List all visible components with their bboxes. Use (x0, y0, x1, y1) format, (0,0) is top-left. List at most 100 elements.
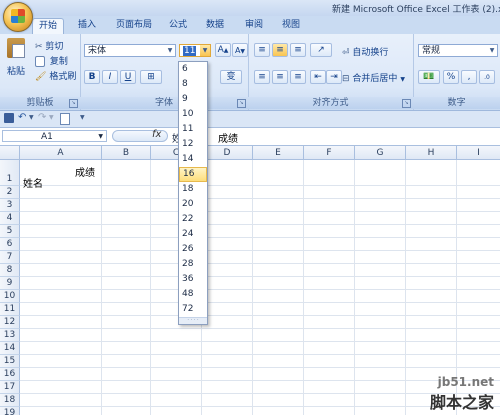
column-header-b[interactable]: B (102, 146, 151, 160)
underline-button[interactable]: U (120, 70, 136, 84)
row-header-8[interactable]: 8 (0, 264, 20, 277)
chevron-down-icon[interactable]: ▼ (165, 45, 175, 56)
column-header-d[interactable]: D (202, 146, 253, 160)
column-header-f[interactable]: F (304, 146, 355, 160)
font-size-option-11[interactable]: 11 (179, 122, 207, 137)
accounting-button[interactable]: 💵 (418, 70, 440, 84)
align-bottom-button[interactable]: ≡ (290, 43, 306, 57)
font-size-option-24[interactable]: 24 (179, 227, 207, 242)
redo-dropdown-icon[interactable]: ▼ (49, 114, 54, 121)
shrink-font-button[interactable]: A▼ (232, 43, 248, 57)
increase-decimal-button[interactable]: .0 (479, 70, 495, 84)
row-header-14[interactable]: 14 (0, 342, 20, 355)
row-header-6[interactable]: 6 (0, 238, 20, 251)
paste-button[interactable]: 粘贴 (4, 38, 28, 82)
orientation-button[interactable]: ↗ (310, 43, 332, 57)
merge-dropdown-icon[interactable]: ▼ (400, 76, 405, 83)
copy-button[interactable]: 复制 (35, 54, 68, 67)
format-painter-button[interactable]: 🖌 格式刷 (35, 69, 76, 82)
row-header-2[interactable]: 2 (0, 186, 20, 199)
font-size-combo[interactable]: 11 ▼ (179, 44, 211, 57)
clipboard-launcher-icon[interactable]: ↘ (69, 99, 78, 108)
row-header-13[interactable]: 13 (0, 329, 20, 342)
font-size-option-28[interactable]: 28 (179, 257, 207, 272)
cell-a1-selection[interactable] (20, 160, 102, 186)
customize-qat-icon[interactable]: ▼ (80, 114, 85, 121)
tab-home[interactable]: 开始 (32, 18, 65, 34)
font-size-dropdown-arrow-icon[interactable]: ▼ (200, 45, 210, 56)
select-all-corner[interactable] (0, 146, 20, 160)
font-size-option-18[interactable]: 18 (179, 182, 207, 197)
tab-data[interactable]: 数据 (200, 18, 230, 33)
row-header-17[interactable]: 17 (0, 381, 20, 394)
font-size-option-20[interactable]: 20 (179, 197, 207, 212)
row-header-10[interactable]: 10 (0, 290, 20, 303)
tab-review[interactable]: 审阅 (239, 18, 269, 33)
number-format-combo[interactable]: 常规 ▼ (418, 44, 498, 57)
bold-button[interactable]: B (84, 70, 100, 84)
border-button[interactable]: ⊞ (140, 70, 162, 84)
font-size-option-12[interactable]: 12 (179, 137, 207, 152)
formula-input[interactable]: 成绩 (218, 130, 238, 145)
percent-button[interactable]: % (443, 70, 459, 84)
align-right-button[interactable]: ≡ (290, 70, 306, 84)
insert-function-icon[interactable]: fx (152, 129, 161, 140)
tab-view[interactable]: 视图 (276, 18, 306, 33)
font-size-option-9[interactable]: 9 (179, 92, 207, 107)
merge-center-button[interactable]: ⊟ 合并后居中 ▼ (342, 71, 405, 84)
tab-page-layout[interactable]: 页面布局 (110, 18, 158, 33)
dropdown-resize-grip[interactable]: · · · · (179, 317, 207, 324)
column-header-a[interactable]: A (20, 146, 102, 160)
font-size-option-48[interactable]: 48 (179, 287, 207, 302)
increase-indent-button[interactable]: ⇥ (326, 70, 342, 84)
font-size-option-26[interactable]: 26 (179, 242, 207, 257)
column-header-i[interactable]: I (457, 146, 500, 160)
column-header-g[interactable]: G (355, 146, 406, 160)
align-center-button[interactable]: ≡ (272, 70, 288, 84)
font-size-option-14[interactable]: 14 (179, 152, 207, 167)
font-size-option-22[interactable]: 22 (179, 212, 207, 227)
align-top-button[interactable]: ≡ (254, 43, 270, 57)
wrap-text-button[interactable]: ⏎ 自动换行 (342, 45, 388, 58)
tab-insert[interactable]: 插入 (72, 18, 102, 33)
number-format-chevron-icon[interactable]: ▼ (487, 45, 497, 56)
grow-font-button[interactable]: A▲ (215, 43, 231, 57)
row-header-19[interactable]: 19 (0, 407, 20, 415)
italic-button[interactable]: I (102, 70, 118, 84)
column-header-e[interactable]: E (253, 146, 304, 160)
font-size-option-36[interactable]: 36 (179, 272, 207, 287)
row-header-3[interactable]: 3 (0, 199, 20, 212)
name-box-chevron-icon[interactable]: ▼ (98, 131, 103, 143)
comma-button[interactable]: , (461, 70, 477, 84)
row-header-15[interactable]: 15 (0, 355, 20, 368)
name-box[interactable]: A1 ▼ (2, 130, 107, 142)
font-size-option-6[interactable]: 6 (179, 62, 207, 77)
phonetic-button[interactable]: 变 (220, 70, 242, 84)
font-size-option-8[interactable]: 8 (179, 77, 207, 92)
row-header-7[interactable]: 7 (0, 251, 20, 264)
undo-icon[interactable]: ↶ (18, 112, 26, 123)
align-left-button[interactable]: ≡ (254, 70, 270, 84)
font-size-option-10[interactable]: 10 (179, 107, 207, 122)
decrease-indent-button[interactable]: ⇤ (310, 70, 326, 84)
row-header-11[interactable]: 11 (0, 303, 20, 316)
spreadsheet-grid[interactable]: ABCDEFGHI 123456789101112131415161718192… (0, 146, 500, 415)
office-button[interactable] (3, 2, 33, 32)
tab-formulas[interactable]: 公式 (163, 18, 193, 33)
row-header-16[interactable]: 16 (0, 368, 20, 381)
font-size-option-72[interactable]: 72 (179, 302, 207, 317)
save-icon[interactable] (4, 113, 14, 123)
row-header-4[interactable]: 4 (0, 212, 20, 225)
row-header-9[interactable]: 9 (0, 277, 20, 290)
font-name-combo[interactable]: 宋体 ▼ (84, 44, 176, 57)
row-header-12[interactable]: 12 (0, 316, 20, 329)
font-size-option-16[interactable]: 16 (179, 167, 207, 182)
cut-button[interactable]: ✂ 剪切 (35, 39, 63, 52)
alignment-launcher-icon[interactable]: ↘ (402, 99, 411, 108)
new-document-icon[interactable] (60, 113, 70, 125)
redo-icon[interactable]: ↷ (38, 112, 46, 123)
row-header-5[interactable]: 5 (0, 225, 20, 238)
column-header-h[interactable]: H (406, 146, 457, 160)
font-launcher-icon[interactable]: ↘ (237, 99, 246, 108)
undo-dropdown-icon[interactable]: ▼ (29, 114, 34, 121)
